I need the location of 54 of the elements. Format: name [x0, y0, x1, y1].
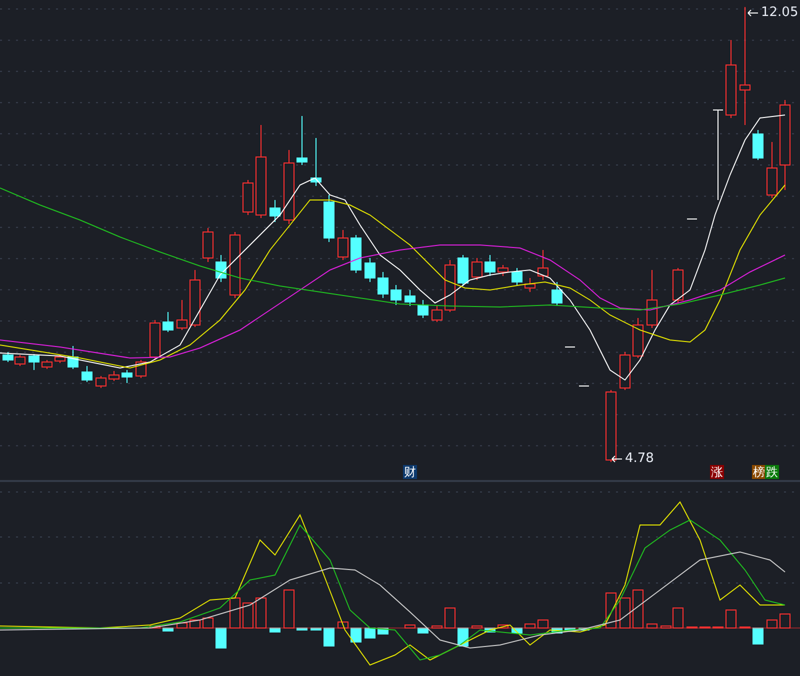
marker-tag[interactable]: 财: [403, 465, 417, 479]
candlestick: [418, 300, 428, 318]
candlestick: [296, 116, 308, 166]
ranking-tag[interactable]: 榜: [752, 465, 766, 479]
candlestick: [42, 360, 52, 370]
candlestick: [270, 200, 280, 222]
candlestick: [242, 180, 254, 216]
candlestick: [498, 264, 508, 276]
price-tick-mark: [686, 218, 698, 220]
candlestick: [404, 290, 416, 306]
candlestick: [202, 228, 214, 262]
candlestick: [216, 254, 226, 282]
price-tick-mark: [564, 346, 576, 348]
candlestick: [512, 268, 522, 286]
candlestick: [472, 258, 482, 280]
candlestick: [458, 254, 468, 286]
candlestick: [632, 318, 644, 358]
candlestick: [538, 250, 548, 280]
candlestick: [14, 354, 26, 366]
ranking-tag[interactable]: 跌: [765, 465, 779, 479]
arrow-icon: [611, 454, 623, 462]
candlestick: [230, 232, 240, 298]
candlestick: [390, 284, 402, 306]
candlestick: [646, 270, 658, 328]
candlestick: [2, 352, 14, 362]
candlestick: [524, 278, 536, 292]
candlestick: [350, 234, 362, 274]
candlestick: [82, 366, 92, 382]
candlestick: [310, 138, 322, 186]
candlestick: [54, 354, 66, 364]
candlestick: [378, 272, 388, 298]
candlestick: [162, 312, 174, 332]
candlestick: [432, 304, 442, 322]
candlestick: [766, 142, 778, 198]
ranking-tag[interactable]: 涨: [710, 465, 724, 479]
price-label: 12.05: [761, 6, 798, 19]
candlestick: [752, 130, 764, 160]
candlestick: [150, 320, 160, 360]
candlestick: [96, 376, 106, 388]
candlestick: [620, 352, 630, 390]
candlestick: [190, 270, 200, 328]
candlestick: [68, 346, 78, 370]
candlestick: [444, 260, 456, 312]
candlestick: [338, 230, 348, 260]
candlestick: [672, 268, 684, 304]
candlestick: [552, 282, 562, 306]
candlestick: [484, 254, 496, 276]
candlestick: [122, 370, 132, 384]
candlestick: [176, 300, 188, 330]
candlestick: [324, 194, 334, 242]
candlestick: [364, 258, 376, 282]
candlestick: [28, 354, 40, 370]
price-label: 4.78: [625, 452, 654, 465]
candlestick: [108, 370, 120, 382]
